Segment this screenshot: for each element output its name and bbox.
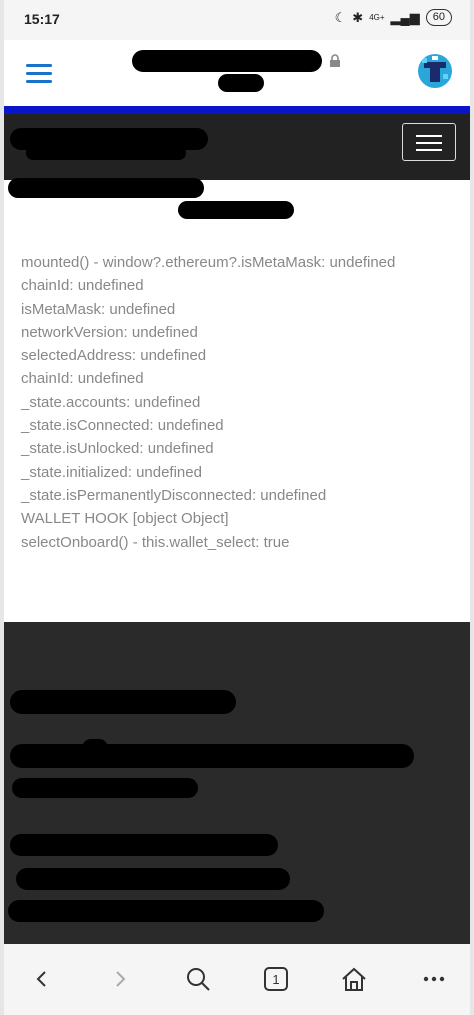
content-redaction (8, 178, 204, 198)
home-icon (342, 967, 366, 991)
debug-line: _state.isUnlocked: undefined (21, 440, 214, 458)
footer-redaction-2 (10, 744, 414, 768)
footer-redaction-7 (8, 900, 324, 922)
moon-icon: ☾ (334, 9, 347, 25)
debug-line: _state.isPermanentlyDisconnected: undefi… (21, 486, 327, 504)
debug-line: _state.initialized: undefined (21, 463, 202, 481)
signal-icon: ▂▄▆ (390, 9, 420, 25)
forward-button[interactable] (100, 962, 140, 996)
debug-line: networkVersion: undefined (21, 323, 198, 341)
debug-line: _state.isConnected: undefined (21, 417, 224, 435)
debug-line: isMetaMask: undefined (21, 300, 176, 318)
more-dots-icon (423, 976, 445, 982)
bluetooth-icon: ✱ (352, 9, 364, 25)
debug-line: selectOnboard() - this.wallet_select: tr… (21, 533, 290, 551)
url-redaction[interactable] (132, 50, 322, 72)
site-navbar (4, 114, 470, 180)
site-avatar[interactable] (418, 54, 452, 88)
site-footer (4, 622, 470, 944)
back-button[interactable] (22, 962, 62, 996)
footer-redaction-3 (82, 739, 108, 757)
browser-menu-icon[interactable] (26, 64, 52, 84)
chevron-right-icon (116, 971, 126, 987)
tab-count: 1 (264, 967, 288, 991)
footer-redaction-4 (12, 778, 198, 798)
accent-bar (4, 106, 470, 114)
debug-line: mounted() - window?.ethereum?.isMetaMask… (21, 254, 396, 271)
footer-redaction (10, 690, 236, 714)
battery-indicator: 60 (425, 9, 452, 26)
search-button[interactable] (178, 962, 218, 996)
footer-redaction-6 (16, 868, 290, 890)
debug-line: chainId: undefined (21, 277, 144, 295)
browser-toolbar: 1 (4, 944, 470, 1015)
debug-output: mounted() - window?.ethereum?.isMetaMask… (21, 251, 395, 554)
browser-window: 15:17 ☾ ✱ 4G+ ▂▄▆ 60 mounted() - window?… (4, 0, 470, 1015)
network-label: 4G+ (369, 13, 385, 22)
home-button[interactable] (334, 962, 374, 996)
debug-line: selectedAddress: undefined (21, 347, 207, 365)
debug-line: chainId: undefined (21, 370, 144, 388)
navbar-toggle-button[interactable] (402, 123, 456, 161)
content-redaction-2 (178, 201, 294, 219)
url-redaction-2 (218, 74, 264, 92)
search-icon (187, 968, 210, 991)
status-bar: 15:17 ☾ ✱ 4G+ ▂▄▆ 60 (4, 0, 470, 40)
lock-icon (330, 54, 340, 67)
footer-redaction-5 (10, 834, 278, 856)
more-button[interactable] (414, 962, 454, 996)
status-icons: ☾ ✱ 4G+ ▂▄▆ 60 (335, 9, 452, 26)
debug-line: _state.accounts: undefined (21, 393, 201, 411)
site-title-redaction-2 (26, 146, 186, 160)
debug-line: WALLET HOOK [object Object] (21, 510, 229, 528)
status-time: 15:17 (24, 11, 60, 27)
tabs-button[interactable]: 1 (256, 962, 296, 996)
browser-header (4, 40, 470, 106)
chevron-left-icon (36, 971, 46, 987)
